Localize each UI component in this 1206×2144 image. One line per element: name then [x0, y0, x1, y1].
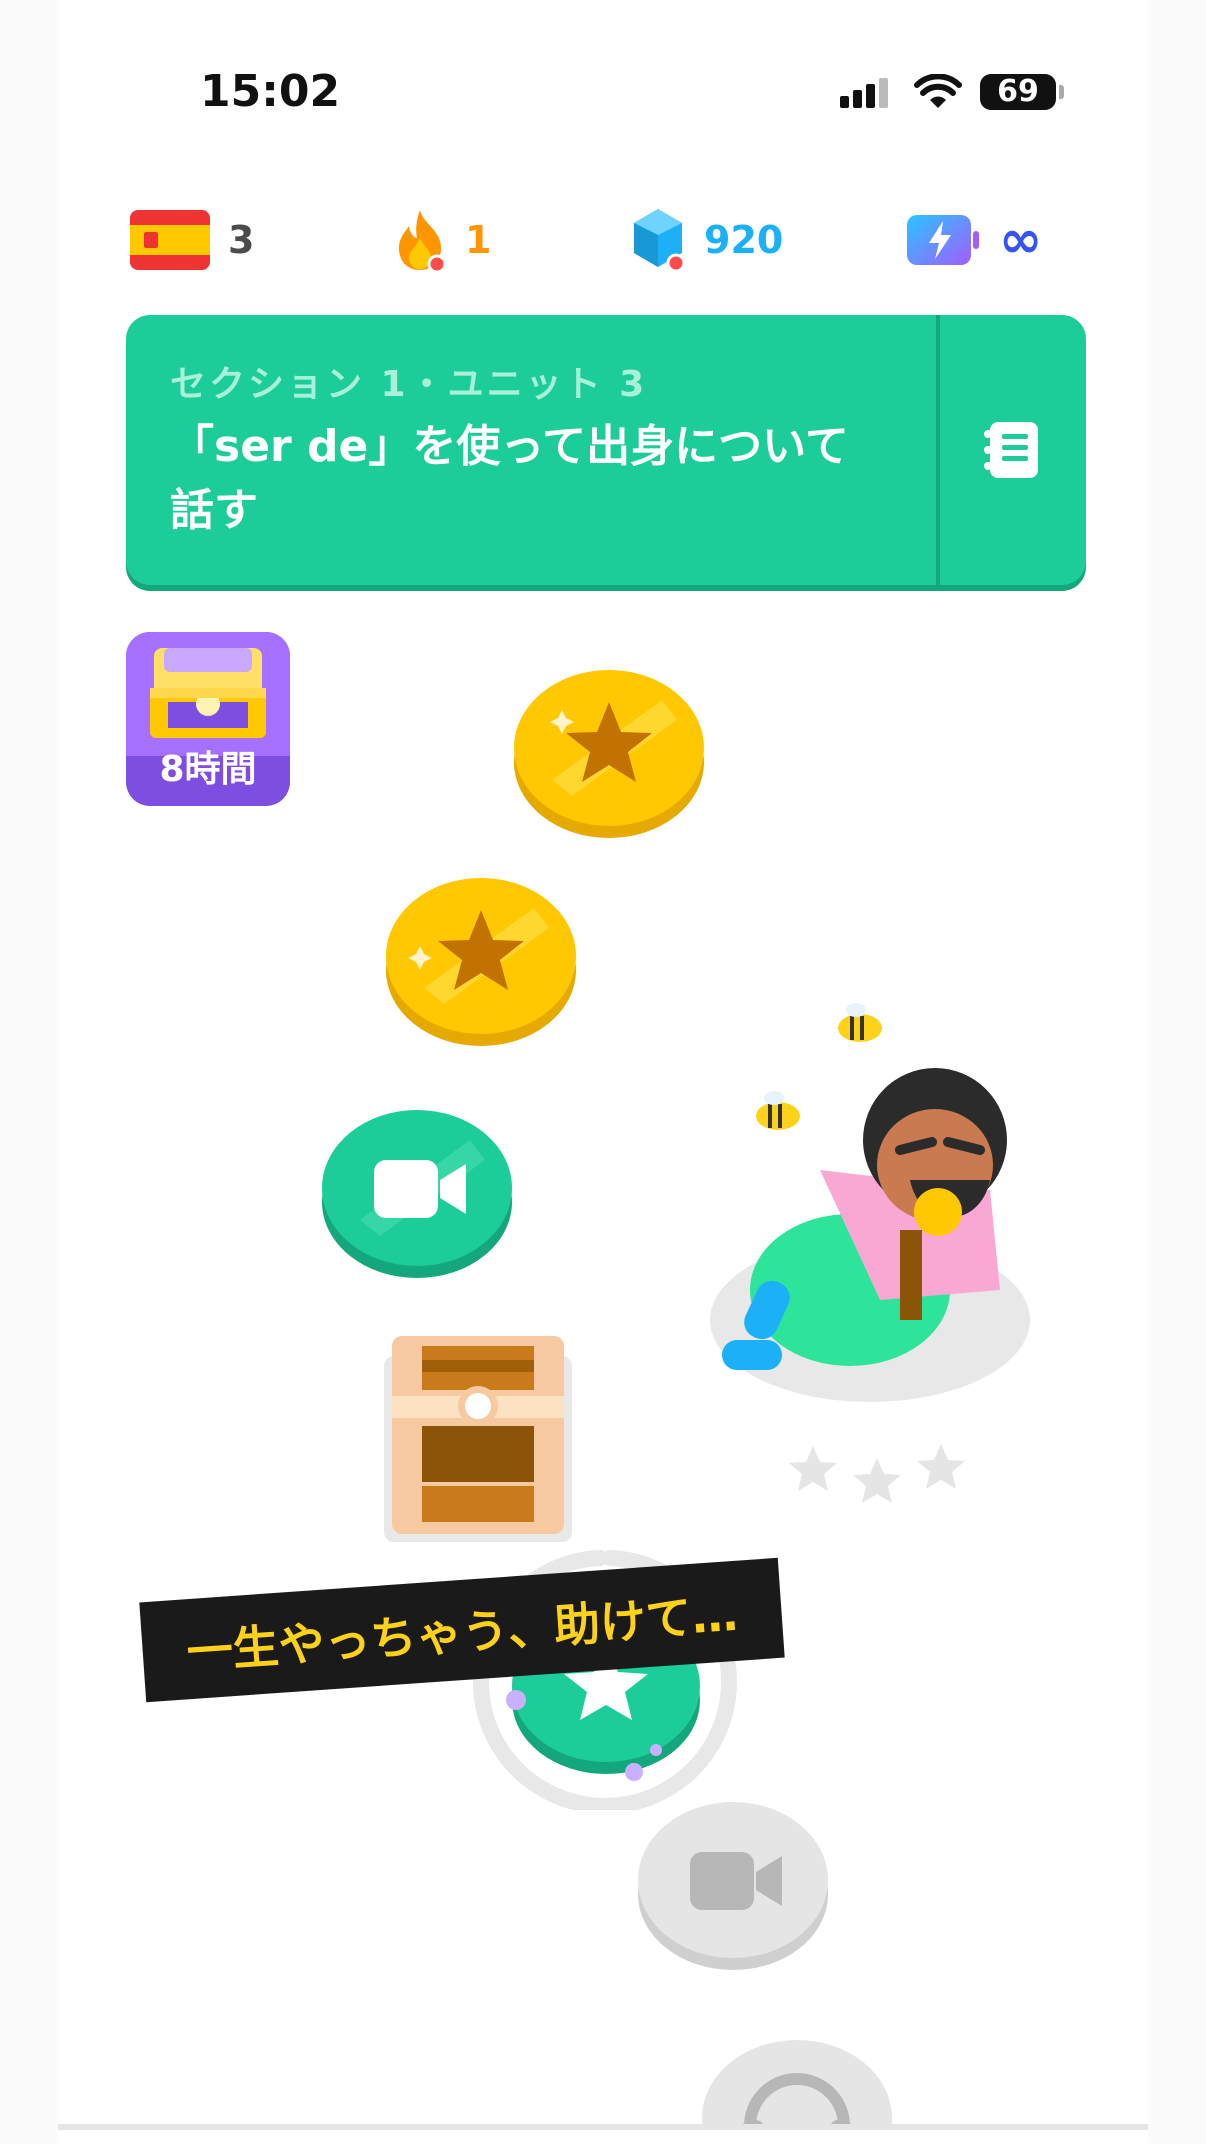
energy-button[interactable]: ∞	[905, 205, 1042, 275]
wifi-icon	[914, 74, 962, 108]
streak-button[interactable]: 1	[393, 205, 491, 275]
course-count: 3	[228, 218, 255, 262]
lesson-node-completed-2[interactable]	[384, 868, 578, 1048]
lesson-node-completed-1[interactable]	[512, 660, 706, 840]
chest-timer-label: 8時間	[159, 749, 257, 790]
locked-video-node[interactable]	[636, 1792, 830, 1972]
gem-icon	[634, 209, 686, 273]
stars-row	[785, 1440, 975, 1510]
guidebook-button[interactable]	[938, 315, 1086, 585]
treasure-chest-icon	[384, 1336, 572, 1542]
streak-count: 1	[465, 218, 492, 262]
flame-icon	[399, 210, 447, 272]
gray-stars-icon	[789, 1444, 965, 1503]
unit-banner[interactable]: セクション 1・ユニット 3 「ser de」を使って出身について話す	[126, 315, 1086, 585]
status-icons: 69	[840, 72, 1070, 112]
battery-icon: 69	[980, 74, 1064, 110]
bottom-divider	[58, 2124, 1148, 2130]
video-camera-icon	[638, 1802, 828, 1970]
treasure-chest-node[interactable]	[382, 1336, 574, 1546]
video-camera-icon	[322, 1110, 512, 1278]
gold-star-coin-icon	[386, 878, 576, 1046]
video-lesson-node[interactable]	[320, 1100, 514, 1280]
unit-title: 「ser de」を使って出身について話す	[170, 421, 849, 536]
character-illustration	[700, 990, 1040, 1410]
energy-value: ∞	[999, 210, 1043, 270]
locked-listening-node[interactable]	[700, 2030, 894, 2124]
caption-text: 一生やっちゃう、助けて…	[184, 1586, 740, 1680]
language-course-button[interactable]: 3	[130, 205, 254, 275]
spain-flag-icon	[130, 210, 210, 270]
energy-battery-icon	[907, 215, 979, 265]
status-time: 15:02	[200, 66, 341, 117]
timed-chest-button[interactable]: 8時間	[126, 632, 290, 806]
gold-star-coin-icon	[514, 670, 704, 838]
gems-button[interactable]: 920	[630, 205, 783, 275]
sleeping-character-icon	[710, 1003, 1030, 1402]
bee-icon	[756, 1091, 800, 1130]
section-label: セクション 1・ユニット 3	[170, 364, 648, 405]
cellular-signal-icon	[840, 78, 896, 108]
bee-icon	[838, 1003, 882, 1042]
notebook-icon	[984, 422, 1038, 478]
headphones-icon	[702, 2040, 892, 2124]
gem-count: 920	[704, 218, 784, 262]
